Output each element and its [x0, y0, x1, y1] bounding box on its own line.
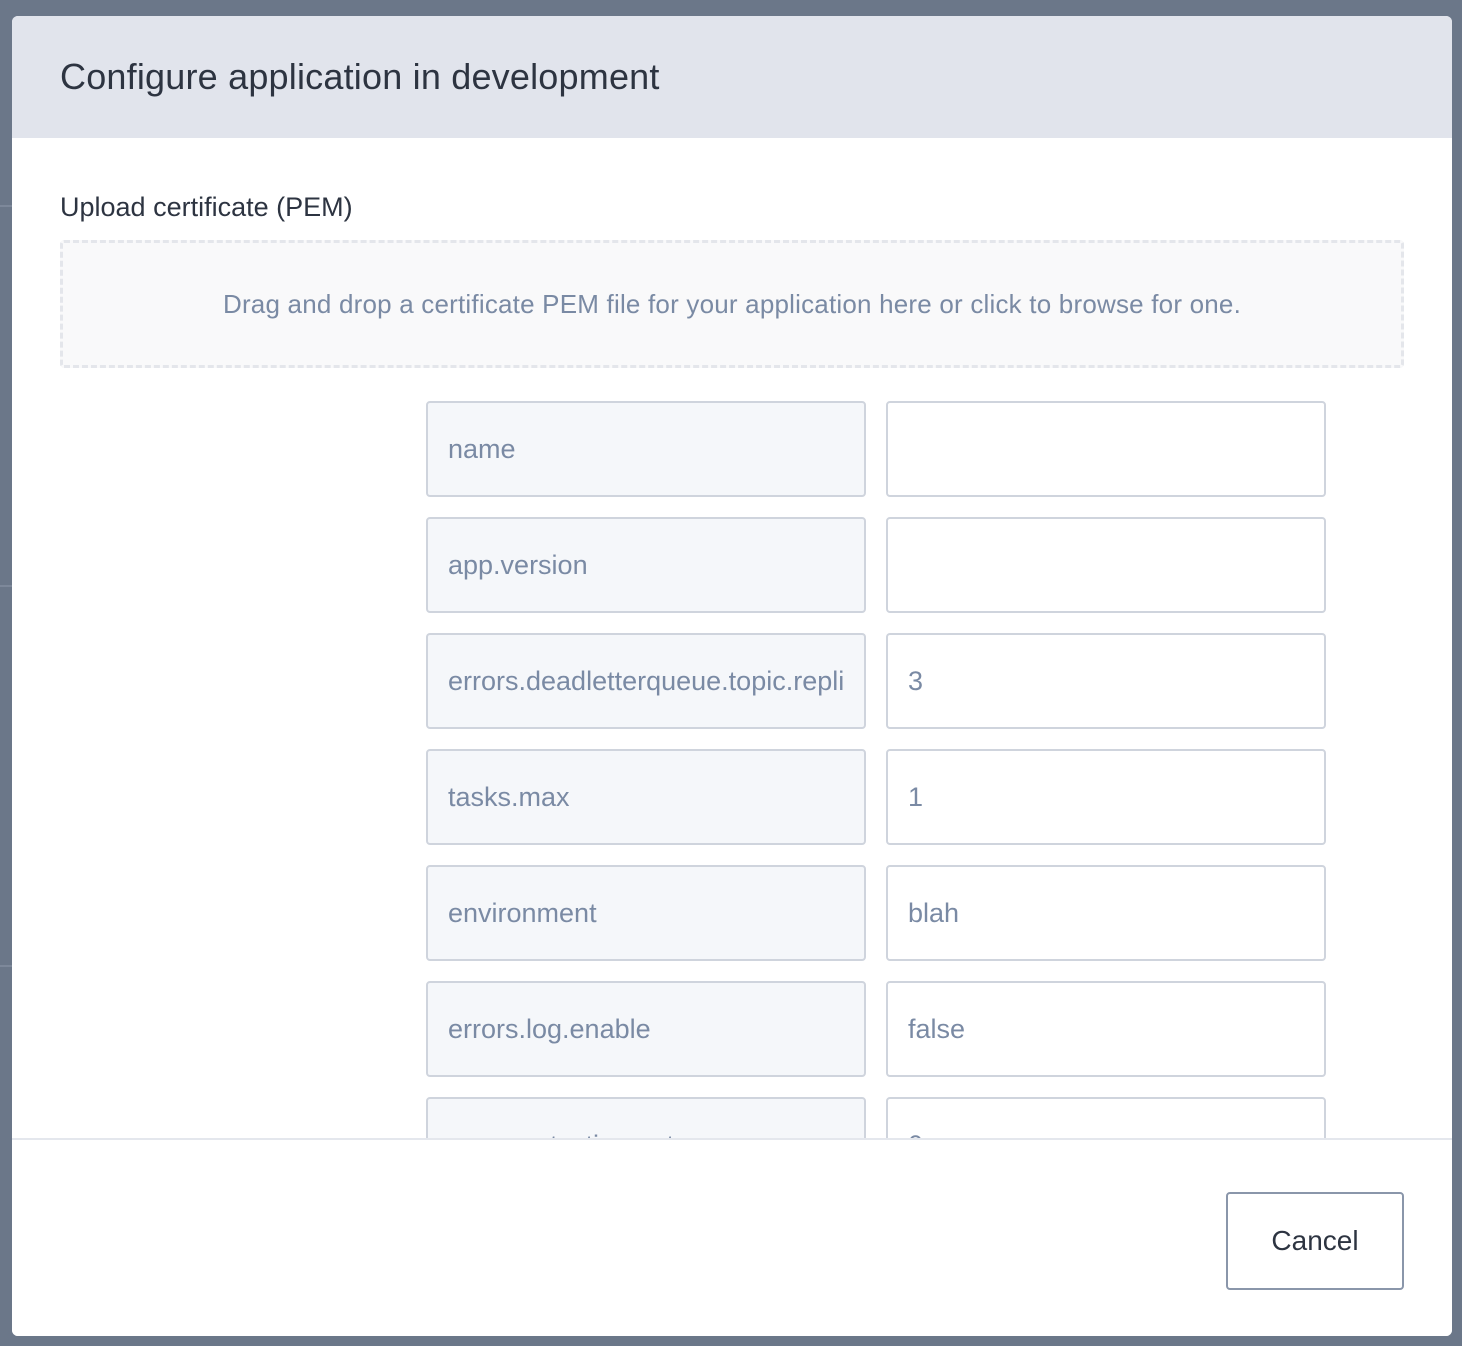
- dropzone-instructions: Drag and drop a certificate PEM file for…: [222, 288, 1242, 319]
- modal-footer: Cancel: [12, 1138, 1452, 1336]
- config-value-input[interactable]: [886, 1097, 1326, 1138]
- config-entry-row: [426, 865, 1326, 961]
- config-value-input[interactable]: [886, 517, 1326, 613]
- config-value-input[interactable]: [886, 865, 1326, 961]
- config-key-input[interactable]: [426, 749, 866, 845]
- config-key-input[interactable]: [426, 1097, 866, 1138]
- modal-header: Configure application in development: [12, 16, 1452, 138]
- config-entry-row: [426, 981, 1326, 1077]
- config-entry-row: [426, 517, 1326, 613]
- config-entries-list: [426, 401, 1326, 1138]
- config-key-input[interactable]: [426, 517, 866, 613]
- backdrop-divider: [0, 205, 12, 207]
- config-value-input[interactable]: [886, 981, 1326, 1077]
- cancel-button[interactable]: Cancel: [1226, 1192, 1404, 1290]
- config-entry-row: [426, 749, 1326, 845]
- config-value-input[interactable]: [886, 401, 1326, 497]
- config-entry-row: [426, 1097, 1326, 1138]
- config-key-input[interactable]: [426, 401, 866, 497]
- configure-application-modal: Configure application in development Upl…: [12, 16, 1452, 1336]
- config-key-input[interactable]: [426, 865, 866, 961]
- config-value-input[interactable]: [886, 749, 1326, 845]
- modal-title: Configure application in development: [60, 56, 660, 97]
- config-key-input[interactable]: [426, 633, 866, 729]
- backdrop-divider: [0, 965, 12, 967]
- config-key-input[interactable]: [426, 981, 866, 1077]
- certificate-upload-label: Upload certificate (PEM): [60, 192, 353, 222]
- backdrop-divider: [0, 585, 12, 587]
- certificate-dropzone[interactable]: Drag and drop a certificate PEM file for…: [60, 240, 1404, 368]
- modal-body[interactable]: Upload certificate (PEM) Drag and drop a…: [12, 138, 1452, 1138]
- config-entry-row: [426, 633, 1326, 729]
- config-value-input[interactable]: [886, 633, 1326, 729]
- config-entry-row: [426, 401, 1326, 497]
